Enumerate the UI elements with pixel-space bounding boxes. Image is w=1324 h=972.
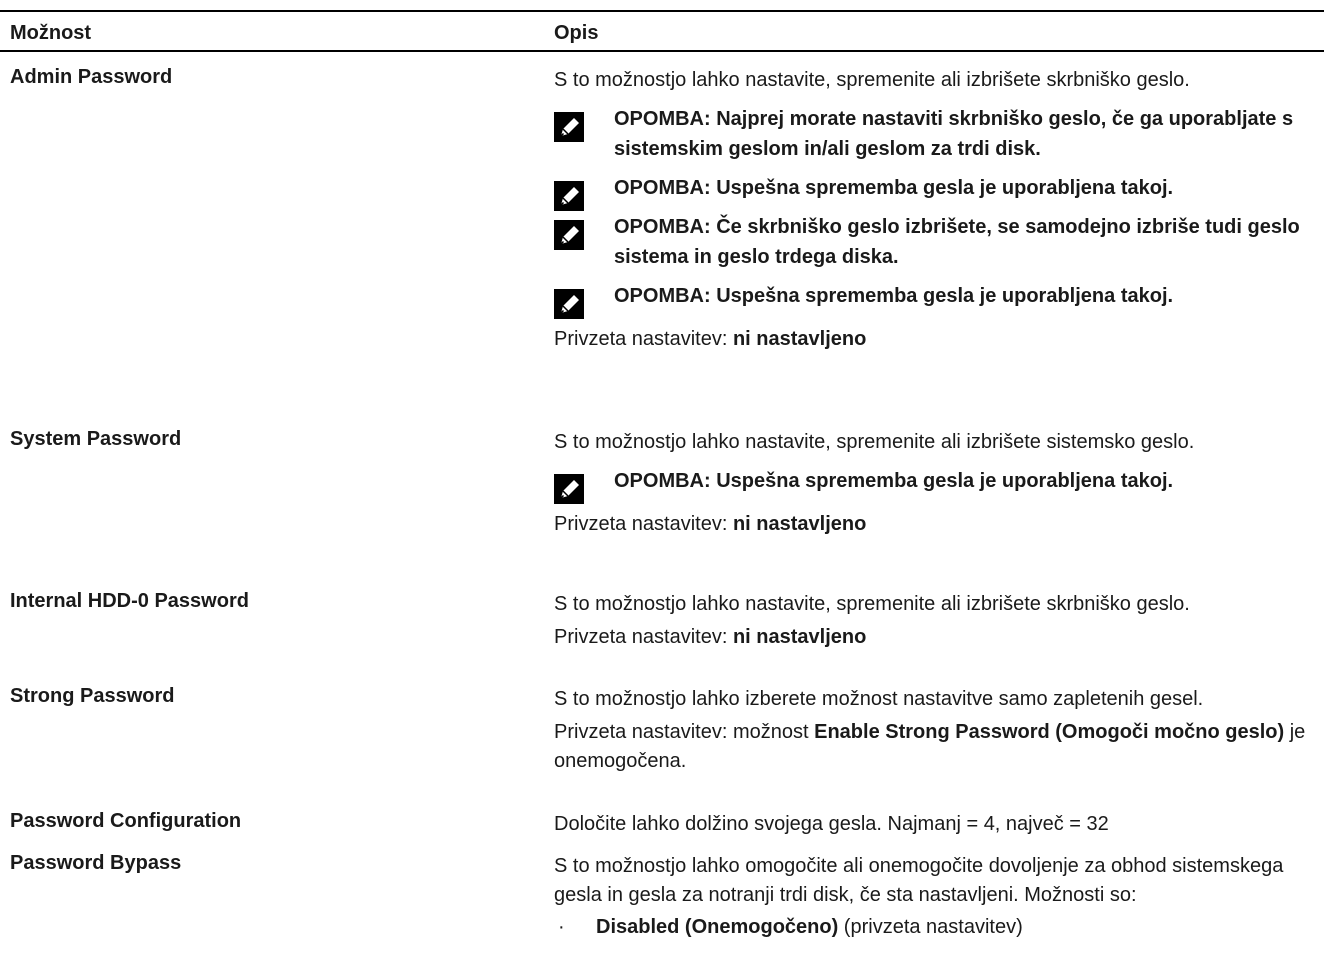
note-text: OPOMBA: Uspešna sprememba gesla je upora… [614,177,1174,199]
description-text: S to možnostjo lahko izberete možnost na… [554,688,1204,710]
note-text: OPOMBA: Uspešna sprememba gesla je upora… [614,285,1174,307]
note-text: OPOMBA: Najprej morate nastaviti skrbniš… [614,108,1294,160]
header-option: Možnost [10,22,92,44]
option-name: Internal HDD-0 Password [10,590,249,612]
option-description: S to možnostjo lahko nastavite, spremeni… [554,66,1314,354]
default-label: Privzeta nastavitev: [554,328,733,350]
default-setting: Privzeta nastavitev: ni nastavljeno [554,325,1314,354]
note: OPOMBA: Uspešna sprememba gesla je upora… [554,281,1314,319]
default-label: Privzeta nastavitev: možnost [554,721,815,743]
default-setting: Privzeta nastavitev: možnost Enable Stro… [554,718,1314,776]
description-text: S to možnostjo lahko nastavite, spremeni… [554,69,1190,91]
default-label: Privzeta nastavitev: [554,513,733,535]
option-description: S to možnostjo lahko izberete možnost na… [554,685,1314,776]
option-description: S to možnostjo lahko nastavite, spremeni… [554,428,1314,539]
option-name: System Password [10,428,182,450]
table-header-rule [0,50,1324,52]
note: OPOMBA: Če skrbniško geslo izbrišete, se… [554,212,1314,272]
note: OPOMBA: Najprej morate nastaviti skrbniš… [554,104,1314,164]
pencil-note-icon [554,220,584,250]
default-value: ni nastavljeno [732,328,867,350]
note: OPOMBA: Uspešna sprememba gesla je upora… [554,173,1314,211]
list-item: · Disabled (Onemogočeno) (privzeta nastav… [554,913,1314,942]
default-value: ni nastavljeno [732,626,867,648]
description-text: S to možnostjo lahko nastavite, spremeni… [554,593,1190,615]
default-label: Privzeta nastavitev: [554,626,733,648]
bullet-dot: · [558,916,565,938]
option-name: Admin Password [10,66,173,88]
document-page: Možnost Opis Admin Password S to možnost… [0,0,1324,972]
note: OPOMBA: Uspešna sprememba gesla je upora… [554,466,1314,504]
description-text: S to možnostjo lahko omogočite ali onemo… [554,855,1284,906]
pencil-note-icon [554,181,584,211]
pencil-note-icon [554,289,584,319]
default-value: ni nastavljeno [732,513,867,535]
bullet-note: (privzeta nastavitev) [838,916,1023,938]
default-setting: Privzeta nastavitev: ni nastavljeno [554,510,1314,539]
description-text: Določite lahko dolžino svojega gesla. Na… [554,813,1109,835]
note-text: OPOMBA: Uspešna sprememba gesla je upora… [614,470,1174,492]
default-setting: Privzeta nastavitev: ni nastavljeno [554,623,1314,652]
note-text: OPOMBA: Če skrbniško geslo izbrišete, se… [614,216,1300,268]
pencil-note-icon [554,112,584,142]
header-description: Opis [554,22,599,44]
description-text: S to možnostjo lahko nastavite, spremeni… [554,431,1195,453]
pencil-note-icon [554,474,584,504]
bullet-option: Disabled (Onemogočeno) [596,916,839,938]
table-header: Možnost Opis [0,12,1324,50]
option-description: Določite lahko dolžino svojega gesla. Na… [554,810,1314,848]
option-name: Strong Password [10,685,175,707]
option-name: Password Bypass [10,852,182,874]
option-name: Password Configuration [10,810,242,832]
option-description: S to možnostjo lahko nastavite, spremeni… [554,590,1314,652]
default-value: Enable Strong Password (Omogoči močno ge… [814,721,1285,743]
option-description: S to možnostjo lahko omogočite ali onemo… [554,852,1314,942]
